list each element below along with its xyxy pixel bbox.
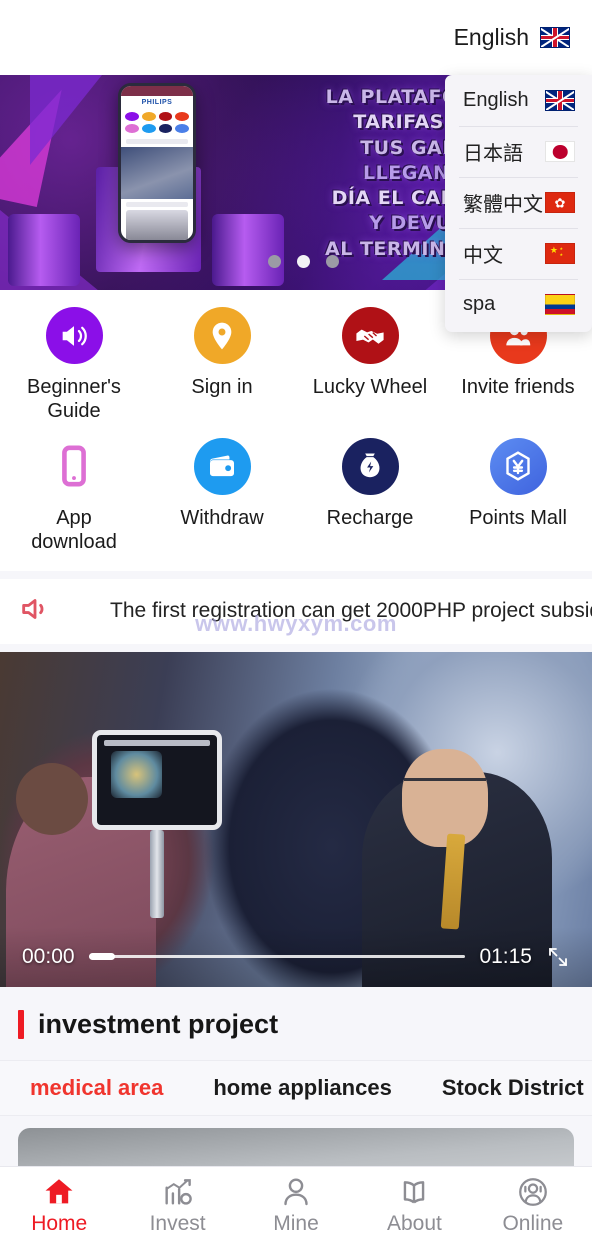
book-icon: [397, 1175, 431, 1209]
carousel-dot-active[interactable]: [297, 255, 310, 268]
bar-chart-icon: [161, 1175, 195, 1209]
quick-action-label: Recharge: [326, 506, 414, 529]
video-duration: 01:15: [479, 944, 532, 968]
app-root: English PHILIPS LA PLATAFORMA TARIFAS DE…: [0, 0, 592, 1244]
app-header: English: [0, 0, 592, 75]
quick-action-label: Points Mall: [469, 506, 567, 529]
quick-action-points-mall[interactable]: Points Mall: [444, 437, 592, 555]
video-monitor-stand: [150, 829, 164, 918]
quick-action-label: Withdraw: [180, 506, 264, 529]
home-icon: [42, 1175, 76, 1209]
nav-item-online[interactable]: Online: [474, 1167, 592, 1244]
language-selector[interactable]: English: [454, 24, 570, 51]
language-selector-label: English: [453, 24, 529, 50]
nav-item-invest[interactable]: Invest: [118, 1167, 236, 1244]
video-progress-bar[interactable]: [88, 953, 466, 961]
language-option-english[interactable]: English: [445, 75, 592, 126]
hongkong-flag-icon: [545, 192, 575, 213]
location-pin-icon: [193, 307, 251, 364]
video-person-hair: [16, 762, 88, 835]
video-progress-handle[interactable]: [88, 953, 115, 961]
nav-label: Online: [502, 1212, 564, 1235]
quick-actions-row-2: App download Withdraw Recharge Points Ma…: [0, 424, 592, 555]
carousel-dot[interactable]: [326, 255, 339, 268]
language-option-spanish[interactable]: spa: [445, 279, 592, 330]
language-option-label: 中文: [463, 245, 503, 267]
investment-header: investment project: [0, 987, 592, 1060]
notice-section: The first registration can get 2000PHP p…: [0, 571, 592, 644]
language-option-label: English: [463, 89, 529, 111]
tab-stock-district[interactable]: Stock District: [442, 1075, 584, 1101]
nav-label: Home: [31, 1212, 88, 1235]
quick-actions-panel: Beginner's Guide Sign in Lucky Wheel Inv…: [0, 290, 592, 571]
quick-action-withdraw[interactable]: Withdraw: [148, 437, 296, 555]
video-player[interactable]: 00:00 01:15: [0, 651, 592, 987]
uk-flag-icon: [545, 90, 575, 111]
investment-section: investment project medical area home app…: [0, 986, 592, 1188]
section-accent-bar: [18, 1009, 24, 1039]
section-title: investment project: [38, 1008, 279, 1039]
yen-hexagon-icon: [489, 437, 547, 495]
quick-action-app-download[interactable]: App download: [0, 438, 148, 555]
nav-label: About: [386, 1212, 442, 1235]
language-option-traditional-chinese[interactable]: 繁體中文: [445, 177, 592, 228]
nav-label: Invest: [149, 1212, 206, 1235]
video-man-glasses: [404, 777, 486, 791]
uk-flag-icon: [540, 27, 570, 48]
carousel-dot[interactable]: [268, 255, 281, 268]
quick-action-label: Sign in: [191, 376, 253, 398]
quick-action-recharge[interactable]: Recharge: [296, 437, 444, 555]
china-flag-icon: [545, 243, 575, 264]
banner-shard: [30, 75, 110, 165]
fullscreen-icon[interactable]: [546, 945, 570, 969]
investment-tabs[interactable]: medical area home appliances Stock Distr…: [0, 1059, 592, 1116]
quick-action-lucky-wheel[interactable]: Lucky Wheel: [296, 307, 444, 424]
video-man-head: [402, 748, 488, 847]
money-bag-icon: [341, 437, 399, 495]
language-dropdown[interactable]: English 日本語 繁體中文 中文 spa: [445, 75, 592, 332]
video-controls[interactable]: 00:00 01:15: [0, 926, 592, 987]
video-current-time: 00:00: [22, 944, 75, 968]
quick-action-sign-in[interactable]: Sign in: [148, 307, 296, 424]
nav-item-home[interactable]: Home: [0, 1167, 118, 1244]
carousel-dots[interactable]: [268, 255, 339, 268]
language-option-chinese[interactable]: 中文: [445, 228, 592, 279]
notice-text: The first registration can get 2000PHP p…: [110, 599, 592, 623]
quick-action-beginners-guide[interactable]: Beginner's Guide: [0, 307, 148, 424]
user-icon: [279, 1175, 313, 1209]
language-option-label: 繁體中文: [463, 194, 543, 216]
language-option-japanese[interactable]: 日本語: [445, 126, 592, 177]
quick-action-label: App download: [31, 506, 117, 554]
banner-podium: [8, 214, 80, 286]
bottom-navigation[interactable]: Home Invest Mine About Online: [0, 1166, 592, 1244]
nav-item-mine[interactable]: Mine: [237, 1167, 355, 1244]
megaphone-icon: [45, 307, 103, 364]
language-option-label: spa: [463, 293, 496, 315]
headset-icon: [516, 1175, 550, 1209]
wallet-icon: [193, 437, 251, 495]
tab-medical-area[interactable]: medical area: [30, 1075, 163, 1101]
video-medical-monitor: [92, 729, 222, 830]
language-option-label: 日本語: [463, 143, 523, 165]
nav-item-about[interactable]: About: [355, 1167, 473, 1244]
notice-bar[interactable]: The first registration can get 2000PHP p…: [0, 578, 592, 644]
quick-action-label: Invite friends: [461, 376, 575, 398]
colombia-flag-icon: [545, 294, 575, 315]
nav-label: Mine: [273, 1212, 319, 1235]
mobile-phone-icon: [46, 438, 103, 495]
handshake-icon: [341, 307, 399, 364]
banner-phone-mockup: PHILIPS: [118, 83, 196, 243]
quick-action-label: Lucky Wheel: [312, 376, 428, 398]
speaker-icon: [18, 592, 52, 631]
quick-action-label: Beginner's Guide: [27, 376, 121, 423]
japan-flag-icon: [545, 141, 575, 162]
tab-home-appliances[interactable]: home appliances: [213, 1075, 392, 1101]
